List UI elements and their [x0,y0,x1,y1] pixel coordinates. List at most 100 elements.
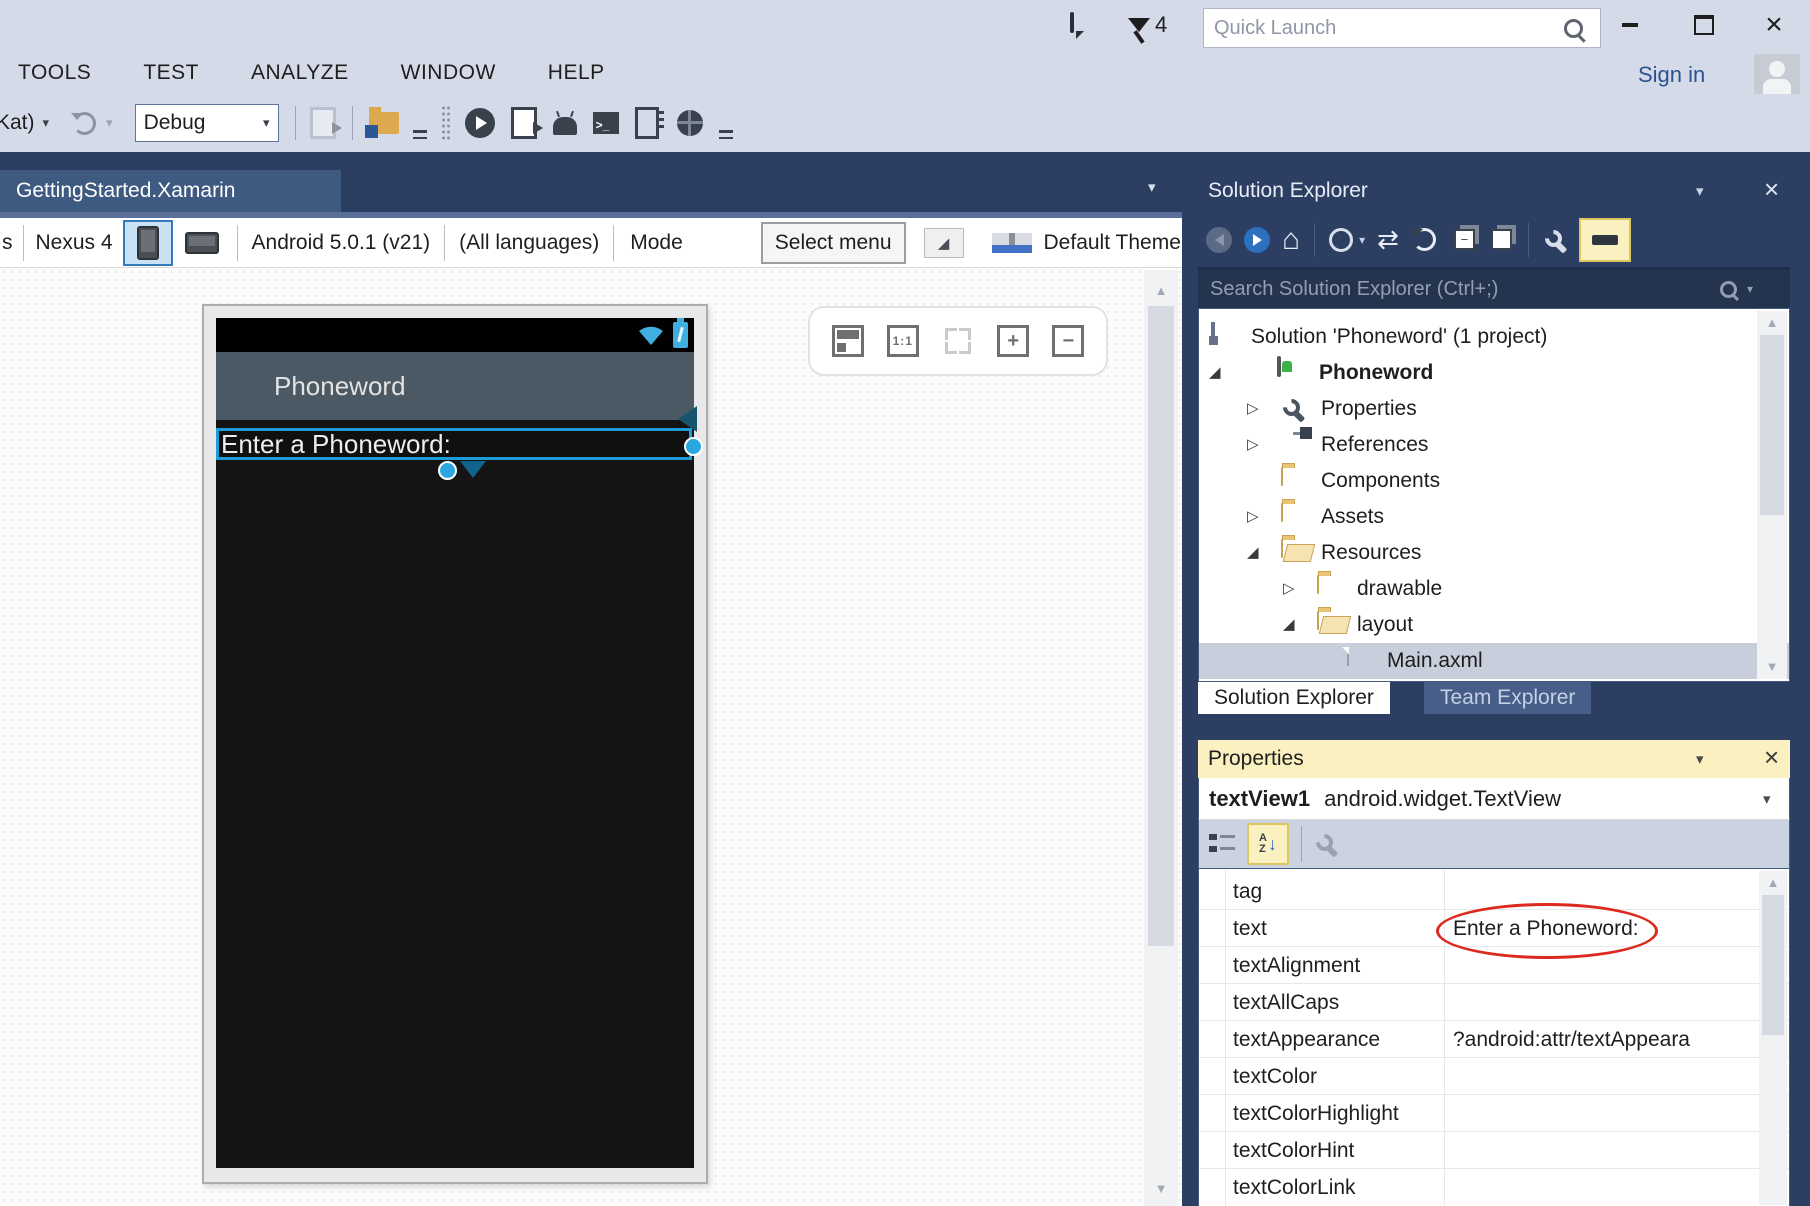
device-log-icon[interactable] [635,107,659,139]
tree-item-components[interactable]: Components [1199,463,1789,499]
properties-header[interactable]: Properties ▾ × [1198,740,1790,778]
tab-list-chevron-icon[interactable]: ▾ [1148,178,1156,196]
menu-analyze[interactable]: ANALYZE [251,61,349,85]
pending-changes-icon[interactable] [1329,228,1353,252]
selection-handle-arrow[interactable] [460,461,486,478]
search-input[interactable] [1208,277,1692,302]
tree-item-main-axml[interactable]: Main.axml [1199,643,1789,679]
solution-explorer-search[interactable]: ▾ [1198,268,1790,310]
expander-collapsed-icon[interactable]: ▷ [1247,499,1259,535]
language-selector[interactable]: (All languages) [459,231,599,255]
property-row[interactable]: textAllCaps [1199,984,1789,1021]
tree-item-assets[interactable]: ▷ Assets [1199,499,1789,535]
fit-to-screen-icon[interactable] [942,325,974,357]
theme-selector[interactable]: Default Theme [1044,231,1181,255]
property-row[interactable]: tag [1199,873,1789,910]
property-value[interactable] [1453,1132,1753,1169]
wrench-icon[interactable] [1314,832,1338,856]
solution-explorer-header[interactable]: Solution Explorer ▾ × [1198,170,1790,212]
resize-handle-arrow[interactable] [678,406,697,432]
tree-item-properties[interactable]: ▷ Properties [1199,391,1789,427]
chevron-down-icon[interactable]: ▾ [1359,233,1365,247]
property-row[interactable]: textColorLink [1199,1169,1789,1206]
tree-item-layout[interactable]: ◢ layout [1199,607,1789,643]
maximize-button[interactable] [1682,8,1726,42]
tree-item-resources[interactable]: ◢ Resources [1199,535,1789,571]
forward-icon[interactable] [1244,227,1270,253]
expander-expanded-icon[interactable]: ◢ [1209,355,1221,391]
device-selector[interactable]: Nexus 4 [36,231,113,255]
document-tab[interactable]: GettingStarted.Xamarin [0,170,341,212]
home-icon[interactable]: ⌂ [1282,227,1300,253]
preview-selected-toggle[interactable] [1579,218,1631,262]
chevron-down-icon[interactable]: ▾ [1747,282,1753,296]
close-icon[interactable]: × [1764,747,1779,767]
tree-scrollbar[interactable]: ▲ ▼ [1757,311,1787,679]
quick-launch-input[interactable] [1212,10,1546,46]
expander-collapsed-icon[interactable]: ▷ [1283,571,1295,607]
android-version-selector[interactable]: Android 5.0.1 (v21) [252,231,431,255]
toolbar-grip[interactable] [441,105,451,141]
deploy-device-icon[interactable] [511,107,537,139]
property-value[interactable] [1453,873,1753,910]
split-view-icon[interactable] [832,325,864,357]
tree-item-drawable[interactable]: ▷ drawable [1199,571,1789,607]
tab-team-explorer[interactable]: Team Explorer [1424,682,1591,714]
preview-documents-icon[interactable] [1491,229,1512,250]
zoom-out-icon[interactable]: − [1052,325,1084,357]
refresh-icon[interactable] [73,112,96,135]
tree-item-phoneword[interactable]: ◢ Phoneword [1199,355,1789,391]
close-button[interactable]: × [1752,8,1796,42]
scrollbar-thumb[interactable] [1762,895,1784,1035]
run-icon[interactable] [465,108,495,138]
properties-wrench-icon[interactable] [1543,228,1567,252]
scroll-up-icon[interactable]: ▲ [1759,871,1787,893]
scroll-up-icon[interactable]: ▲ [1144,278,1178,302]
attach-icon[interactable] [310,107,336,139]
adb-console-icon[interactable]: >_ [593,112,619,134]
scroll-down-icon[interactable]: ▼ [1757,655,1787,677]
property-value[interactable]: ?android:attr/textAppeara [1453,1021,1753,1058]
scrollbar-thumb[interactable] [1760,335,1784,515]
menu-help[interactable]: HELP [548,61,605,85]
tree-item-solution[interactable]: Solution 'Phoneword' (1 project) [1199,319,1789,355]
menu-tools[interactable]: TOOLS [18,61,91,85]
open-folder-icon[interactable] [369,112,399,134]
expander-expanded-icon[interactable]: ◢ [1283,607,1295,643]
select-menu-button[interactable]: Select menu [761,222,906,264]
chevron-down-icon[interactable]: ▾ [43,115,50,131]
chevron-down-icon[interactable]: ▾ [106,115,113,131]
back-icon[interactable] [1206,227,1232,253]
property-value[interactable] [1453,1169,1753,1206]
expander-collapsed-icon[interactable]: ▷ [1247,391,1259,427]
property-value[interactable] [1453,1095,1753,1132]
categorized-icon[interactable] [1209,832,1235,856]
sign-in-link[interactable]: Sign in [1638,62,1705,88]
menu-test[interactable]: TEST [143,61,199,85]
zoom-in-icon[interactable]: + [997,325,1029,357]
build-config-dropdown[interactable]: Debug ▾ [135,104,279,142]
close-icon[interactable]: × [1764,179,1779,199]
collapse-all-icon[interactable]: − [1454,229,1475,250]
property-row[interactable]: textColorHighlight [1199,1095,1789,1132]
resize-handle-dot[interactable] [684,437,703,456]
landscape-button[interactable] [177,220,227,266]
toolbar-overflow-icon[interactable] [413,130,427,139]
minimize-button[interactable] [1608,8,1652,42]
quick-launch[interactable] [1203,8,1601,48]
sort-alphabetical-icon[interactable]: AZ↓ [1247,823,1289,865]
chevron-down-icon[interactable]: ▾ [1763,790,1771,808]
properties-object-row[interactable]: textView1 android.widget.TextView ▾ [1198,778,1790,820]
property-row[interactable]: textColor [1199,1058,1789,1095]
portrait-button[interactable] [123,220,173,266]
android-sdk-icon[interactable] [553,111,577,135]
corner-triangle-icon[interactable]: ◢ [924,228,964,258]
feedback-icon[interactable] [1070,14,1074,32]
window-position-icon[interactable]: ▾ [1696,750,1704,768]
scrollbar-thumb[interactable] [1148,306,1174,946]
refresh-all-icon[interactable] [1413,228,1436,251]
window-position-icon[interactable]: ▾ [1696,182,1704,200]
actual-size-icon[interactable]: 1:1 [887,325,919,357]
selection-handle-dot[interactable] [438,461,457,480]
property-value[interactable] [1453,984,1753,1021]
